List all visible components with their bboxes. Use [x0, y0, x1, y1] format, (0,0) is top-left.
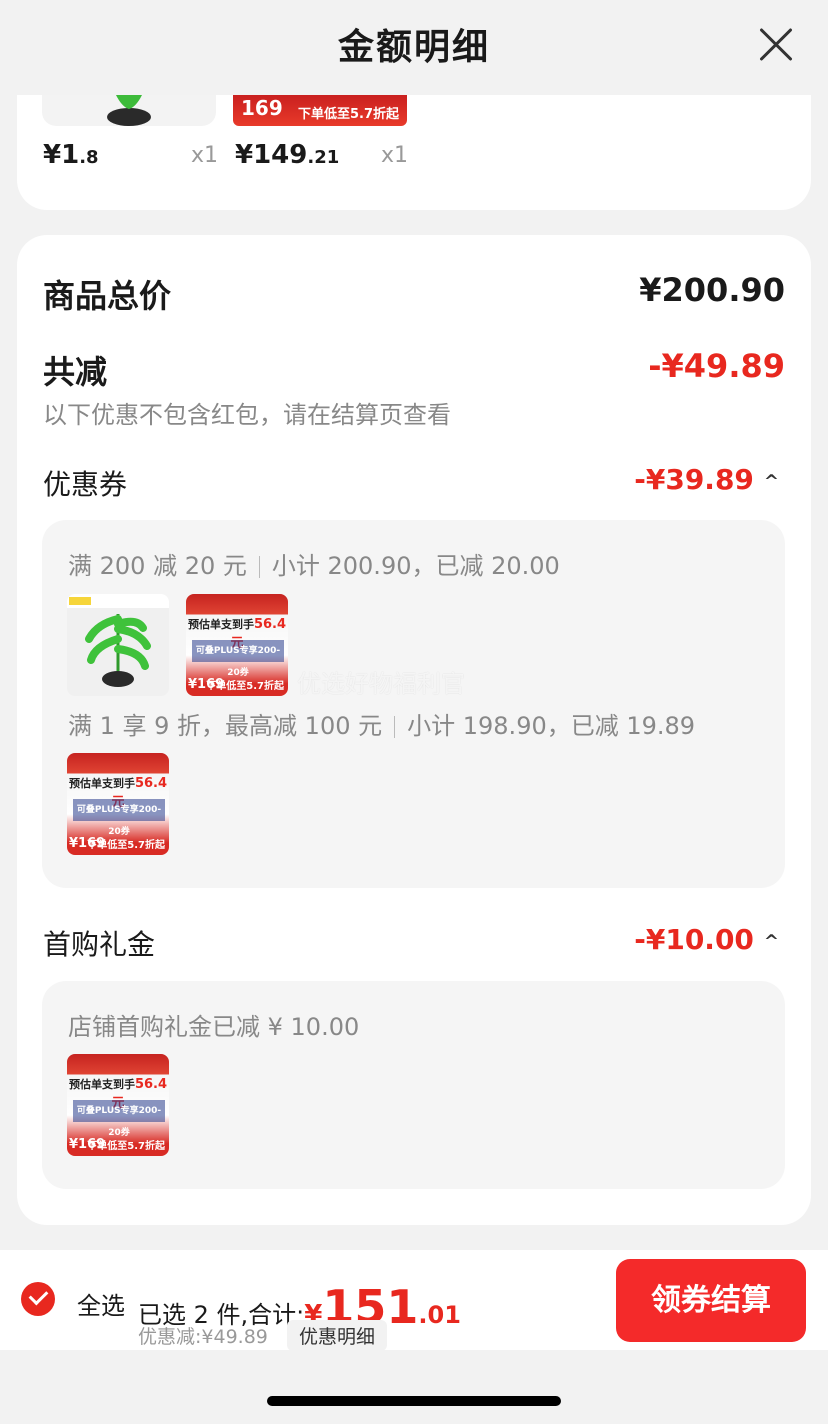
- checkout-button[interactable]: 领券结算: [616, 1259, 806, 1342]
- price-badge: 169: [241, 96, 283, 120]
- page-title: 金额明细: [337, 27, 490, 68]
- product-price: ¥1.8: [43, 140, 99, 170]
- product-strip: 169 下单低至5.7折起 ¥1.8 x1 ¥149.21 x1: [17, 95, 811, 210]
- product-thumb-ad[interactable]: 预估单支到手56.4元 可叠PLUS专享200-20券 ¥169 下单低至5.7…: [186, 594, 288, 696]
- select-all-checkbox[interactable]: [21, 1282, 55, 1316]
- coupon-panel: 满 200 减 20 元小计 200.90，已减 20.00 预估单支到手56.…: [42, 520, 785, 888]
- amount-detail-card: 商品总价 ¥200.90 共减 -¥49.89 以下优惠不包含红包，请在结算页查…: [17, 235, 811, 1225]
- total-price-value: ¥200.90: [639, 271, 785, 309]
- coupon-rule: 满 200 减 20 元小计 200.90，已减 20.00: [68, 552, 560, 580]
- coupon-section-toggle[interactable]: -¥39.89 ^: [634, 463, 779, 496]
- total-reduce-label: 共减: [43, 353, 108, 391]
- product-image-ad[interactable]: 169 下单低至5.7折起: [233, 95, 407, 126]
- total-reduce-value: -¥49.89: [648, 347, 785, 385]
- product-thumb-ad[interactable]: 预估单支到手56.4元 可叠PLUS专享200-20券 ¥169 下单低至5.7…: [67, 1054, 169, 1156]
- gift-panel: 店铺首购礼金已减 ¥ 10.00 预估单支到手56.4元 可叠PLUS专享200…: [42, 981, 785, 1189]
- close-icon[interactable]: [758, 26, 794, 62]
- product-thumb-ad[interactable]: 预估单支到手56.4元 可叠PLUS专享200-20券 ¥169 下单低至5.7…: [67, 753, 169, 855]
- watermark: 优选好物福利官: [297, 670, 465, 698]
- product-price: ¥149.21: [235, 140, 340, 170]
- gift-desc: 店铺首购礼金已减 ¥ 10.00: [68, 1013, 360, 1041]
- product-thumb-plant[interactable]: [67, 594, 169, 696]
- discount-text: 优惠减:¥49.89: [138, 1326, 268, 1348]
- chevron-up-icon: ^: [763, 930, 779, 952]
- product-qty: x1: [381, 143, 409, 168]
- reduce-note: 以下优惠不包含红包，请在结算页查看: [43, 401, 451, 429]
- coupon-section-label: 优惠券: [43, 468, 128, 501]
- select-all-label[interactable]: 全选: [77, 1286, 125, 1321]
- gift-section-toggle[interactable]: -¥10.00 ^: [634, 923, 779, 956]
- total-price-label: 商品总价: [43, 277, 172, 315]
- home-indicator[interactable]: [267, 1396, 561, 1406]
- discount-detail-button[interactable]: 优惠明细: [287, 1320, 388, 1351]
- coupon-rule: 满 1 享 9 折，最高减 100 元小计 198.90，已减 19.89: [68, 712, 696, 740]
- header: 金额明细: [0, 0, 828, 95]
- product-qty: x1: [191, 143, 219, 168]
- chevron-up-icon: ^: [763, 470, 779, 492]
- checkout-bar: 全选 已选 2 件,合计:¥151.01 优惠减:¥49.89 优惠明细 领券结…: [0, 1250, 828, 1351]
- product-image-plant[interactable]: [42, 95, 216, 126]
- gift-section-label: 首购礼金: [43, 928, 156, 961]
- promo-banner: 下单低至5.7折起: [297, 107, 399, 122]
